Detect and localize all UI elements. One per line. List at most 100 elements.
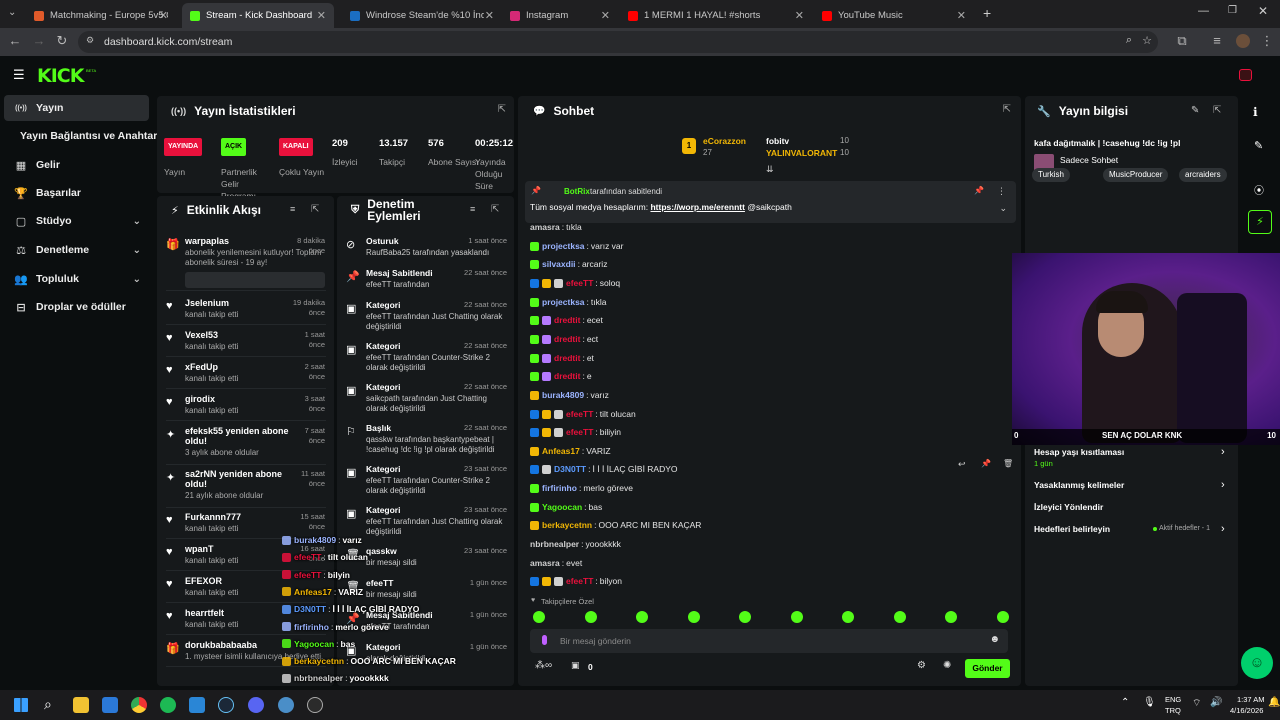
zoom-icon[interactable]: ⌕ xyxy=(1126,34,1132,47)
volume-icon[interactable]: 🔊 xyxy=(1210,697,1222,708)
tab-close-icon[interactable]: ✕ xyxy=(795,9,804,22)
pinned-by-user[interactable]: BotRix xyxy=(564,187,590,196)
browser-tab[interactable]: Matchmaking - Europe 5v5 Qui ✕ xyxy=(26,3,176,28)
emote-icon[interactable] xyxy=(893,611,906,623)
photos-icon[interactable] xyxy=(189,697,205,713)
emote-icon[interactable] xyxy=(996,611,1009,623)
chat-username[interactable]: firfirinho xyxy=(542,483,577,493)
browser-tab[interactable]: Stream - Kick Dashboard ✕ xyxy=(182,3,334,28)
activity-user[interactable]: efeksk55 yeniden abone oldu! xyxy=(185,426,293,446)
more-options-icon[interactable]: ⋮ xyxy=(997,186,1006,197)
activity-user[interactable]: EFEXOR xyxy=(185,576,293,586)
sidebar-item[interactable]: ⚖ Denetleme ⌄ xyxy=(4,237,149,263)
chat-message[interactable]: efeeTT: tilt olucan xyxy=(530,408,636,420)
category-name[interactable]: Sadece Sohbet xyxy=(1060,155,1118,165)
tag-chip[interactable]: Turkish xyxy=(1032,168,1070,182)
tab-close-icon[interactable]: ✕ xyxy=(601,9,610,22)
chat-message[interactable]: efeeTT: soloq xyxy=(530,277,620,289)
quick-action-icon[interactable]: ⚡ xyxy=(1248,210,1272,234)
windows-start-icon[interactable] xyxy=(14,698,28,712)
chat-username[interactable]: D3N0TT xyxy=(554,464,586,474)
pinned-link[interactable]: https://worp.me/erenntt xyxy=(650,202,744,212)
tray-chevron-icon[interactable]: ⌃ xyxy=(1121,697,1129,708)
emote-icon[interactable] xyxy=(945,611,957,623)
discord-icon[interactable] xyxy=(248,697,264,713)
browser-tab[interactable]: YouTube Music ✕ xyxy=(814,3,974,28)
emote-icon[interactable] xyxy=(739,611,751,623)
microphone-icon[interactable]: 🎙 xyxy=(1143,697,1156,708)
sidebar-item[interactable]: ⊟ Droplar ve ödüller xyxy=(4,294,149,320)
tab-close-icon[interactable]: ✕ xyxy=(485,9,494,22)
chevron-right-icon[interactable]: › xyxy=(1221,523,1225,535)
chat-message[interactable]: berkaycetnn: OOO ARC MI BEN KAÇAR xyxy=(530,519,701,531)
chevron-right-icon[interactable]: › xyxy=(1221,479,1225,491)
chat-message[interactable]: Yagoocan: bas xyxy=(530,501,602,513)
chat-message[interactable]: dredtit: ecet xyxy=(530,314,603,326)
chat-username[interactable]: efeeTT xyxy=(566,278,593,288)
bot-icon[interactable]: ✺ xyxy=(943,660,951,671)
leader-name[interactable]: fobitv xyxy=(766,136,789,146)
activity-user[interactable]: hearrtfelt xyxy=(185,608,293,618)
forward-icon[interactable]: → xyxy=(30,33,48,48)
chrome-icon[interactable] xyxy=(131,697,147,713)
settings-gear-icon[interactable]: ⚙ xyxy=(917,660,926,671)
chat-username[interactable]: efeeTT xyxy=(566,409,593,419)
chat-message[interactable]: firfirinho: merlo göreve xyxy=(530,482,633,494)
collapse-icon[interactable]: ⌄ xyxy=(999,203,1007,214)
search-icon[interactable]: ⌕ xyxy=(44,696,52,713)
sidebar-item[interactable]: 🏆 Başarılar xyxy=(4,180,149,206)
spotify-icon[interactable] xyxy=(160,697,176,713)
minimize-button[interactable]: — xyxy=(1198,5,1209,17)
sidebar-item[interactable]: ▦ Gelir xyxy=(4,152,149,178)
popout-icon[interactable]: ⇱ xyxy=(1003,104,1011,115)
emoji-icon[interactable]: ☻ xyxy=(989,634,1000,645)
info-row-label[interactable]: Hedefleri belirleyin xyxy=(1034,524,1110,534)
hamburger-menu-icon[interactable]: ☰ xyxy=(13,67,25,83)
site-info-icon[interactable]: ⚙ xyxy=(86,35,94,46)
activity-user[interactable]: Furkannn777 xyxy=(185,512,293,522)
chat-message[interactable]: efeeTT: biliyin xyxy=(530,426,621,438)
chat-message[interactable]: burak4809: varız xyxy=(530,389,609,401)
chat-message[interactable]: dredtit: e xyxy=(530,370,592,382)
chat-message[interactable]: silvaxdii: arcariz xyxy=(530,258,607,270)
activity-user[interactable]: Jselenium xyxy=(185,298,293,308)
bookmark-star-icon[interactable]: ☆ xyxy=(1142,34,1152,47)
browser-menu-icon[interactable]: ⋮ xyxy=(1258,33,1276,49)
browser-tab[interactable]: Instagram ✕ xyxy=(502,3,618,28)
activity-user[interactable]: sa2rNN yeniden abone oldu! xyxy=(185,469,293,489)
popout-icon[interactable]: ⇱ xyxy=(1213,105,1221,116)
clock-date[interactable]: 4/16/2026 xyxy=(1230,706,1263,715)
tag-chip[interactable]: MusicProducer xyxy=(1103,168,1169,182)
obs-icon[interactable] xyxy=(307,697,323,713)
kick-logo[interactable]: KICK xyxy=(37,65,84,87)
leader-name[interactable]: YALINVALORANT xyxy=(766,148,837,158)
activity-user[interactable]: warpaplas xyxy=(185,236,293,246)
lang-bottom[interactable]: TRQ xyxy=(1165,706,1181,715)
emote-icon[interactable] xyxy=(687,611,700,623)
emote-icon[interactable] xyxy=(790,611,803,623)
chat-message[interactable]: dredtit: ect xyxy=(530,333,598,345)
activity-user[interactable]: girodix xyxy=(185,394,293,404)
lang-top[interactable]: ENG xyxy=(1165,695,1181,704)
chat-username[interactable]: silvaxdii xyxy=(542,259,576,269)
chevron-right-icon[interactable]: › xyxy=(1221,446,1225,458)
info-row-label[interactable]: İzleyici Yönlendir xyxy=(1034,502,1103,512)
chat-message[interactable]: amasra: tıkla xyxy=(530,221,582,233)
leader-name[interactable]: eCorazzon xyxy=(703,136,746,146)
delete-message-icon[interactable]: 🗑 xyxy=(1003,459,1013,468)
new-tab-button[interactable]: + xyxy=(983,5,991,21)
chat-username[interactable]: projectksa xyxy=(542,297,585,307)
sidebar-item[interactable]: ▢ Stüdyo ⌄ xyxy=(4,208,149,234)
sidebar-item[interactable]: ((•)) Yayın xyxy=(4,95,149,121)
edit-icon[interactable]: ✎ xyxy=(1191,105,1199,116)
sidebar-item[interactable]: 👥 Topluluk ⌄ xyxy=(4,266,149,292)
emote-icon[interactable] xyxy=(842,611,854,623)
chat-username[interactable]: projectksa xyxy=(542,241,585,251)
send-button[interactable]: Gönder xyxy=(965,659,1010,678)
tab-close-icon[interactable]: ✕ xyxy=(317,9,326,22)
chat-message[interactable]: D3N0TT: İ İ İ İLAÇ GİBİ RADYO xyxy=(530,463,678,475)
tab-close-icon[interactable]: ✕ xyxy=(159,9,168,22)
profile-avatar[interactable] xyxy=(1236,34,1250,48)
url-field[interactable]: ⚙ dashboard.kick.com/stream ⌕ ☆ xyxy=(78,31,1158,53)
popout-icon[interactable]: ⇱ xyxy=(491,204,499,215)
